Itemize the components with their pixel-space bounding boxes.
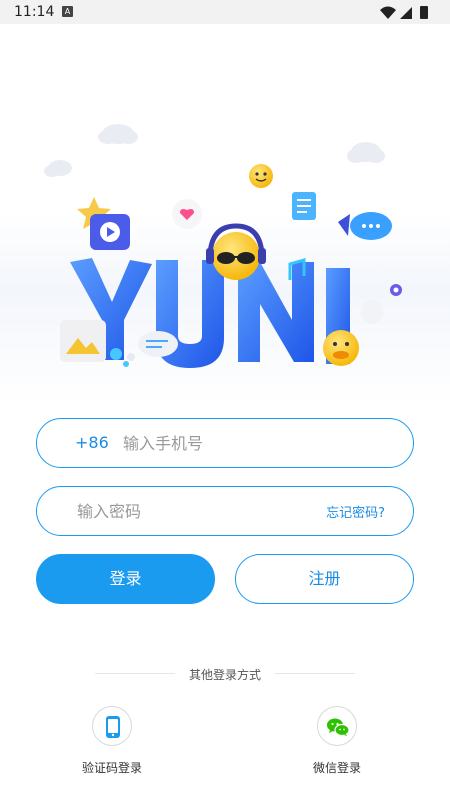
cloud-icon [44,160,72,177]
document-icon [292,192,316,220]
chat-bubble-icon [338,212,392,240]
notification-icon: A [62,6,73,17]
login-button[interactable]: 登录 [36,554,215,604]
message-bubble-icon [138,331,178,357]
wechat-login-option[interactable]: 微信登录 [287,706,387,776]
hero-art [44,124,402,368]
country-code-selector[interactable]: +86 [75,433,109,452]
other-login-title: 其他登录方式 [188,668,261,682]
bubble-icon [361,300,383,324]
play-card-icon [90,214,130,250]
heart-bubble-icon [172,199,202,229]
sms-login-label: 验证码登录 [81,761,142,775]
phone-icon [106,716,120,738]
password-input[interactable] [77,495,307,527]
photo-card-icon [60,320,106,362]
wechat-login-label: 微信登录 [312,761,361,775]
divider-line [275,673,355,674]
status-bar: 11:14 A [0,0,450,24]
bubble-icon [110,348,122,360]
target-dot-icon [390,284,402,296]
wifi-icon [380,6,396,19]
status-time: 11:14 [14,4,55,20]
signal-icon [400,7,412,19]
phone-input[interactable] [123,427,393,459]
wechat-icon [327,718,350,737]
hero-illustration [0,24,450,404]
bubble-icon [127,353,135,361]
system-status-icons [380,6,428,19]
sms-login-option[interactable]: 验证码登录 [62,706,162,776]
forgot-password-link[interactable]: 忘记密码? [326,502,385,521]
smile-emoji-icon [249,164,273,188]
duck-icon [323,330,359,366]
phone-field[interactable]: +86 [36,418,414,468]
register-button[interactable]: 注册 [235,554,414,604]
battery-icon [420,6,428,19]
sms-login-button[interactable] [92,706,132,746]
cloud-icon [98,124,138,144]
bubble-icon [123,361,129,367]
wechat-login-button[interactable] [317,706,357,746]
cloud-icon [347,142,385,163]
other-login-divider: 其他登录方式 [0,664,450,684]
password-field[interactable]: 忘记密码? [36,486,414,536]
